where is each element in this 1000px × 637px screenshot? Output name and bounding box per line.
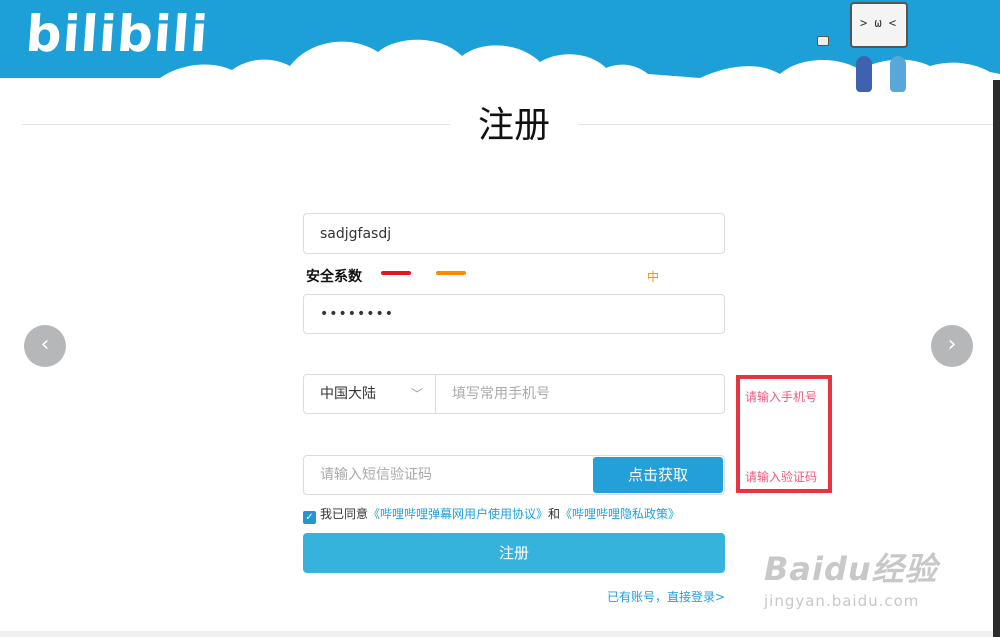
get-code-button[interactable]: 点击获取: [593, 457, 723, 493]
bottom-rule: [0, 631, 993, 637]
agree-and-text: 和: [548, 507, 561, 521]
registration-page: bilibili > ω < 注册 ‹ › 安全系数 中 中国大陆 ﹀: [0, 0, 1000, 637]
login-link[interactable]: 已有账号，直接登录>: [607, 588, 725, 605]
privacy-policy-link[interactable]: 《哔哩哔哩隐私政策》: [560, 507, 680, 521]
chevron-right-icon: ›: [947, 332, 957, 357]
region-select-value: 中国大陆: [320, 386, 376, 402]
title-divider-left: [22, 124, 450, 125]
chevron-down-icon: ﹀: [410, 387, 423, 401]
header-banner: bilibili > ω <: [0, 0, 1000, 96]
strength-bar-weak: [381, 271, 411, 275]
mini-tv-icon: [817, 36, 829, 46]
sms-code-field: 点击获取: [303, 455, 725, 495]
agree-text: 我已同意: [320, 507, 369, 521]
code-hint: 请输入验证码: [745, 470, 818, 484]
region-select[interactable]: 中国大陆 ﹀: [304, 375, 436, 413]
chevron-left-icon: ‹: [40, 332, 50, 357]
watermark-sub: jingyan.baidu.com: [764, 592, 920, 610]
username-input[interactable]: [304, 214, 724, 253]
phone-field: 中国大陆 ﹀: [303, 374, 725, 414]
watermark-main: Baidu经验: [764, 550, 938, 588]
mascot-face: > ω <: [860, 16, 897, 30]
strength-bar-medium: [436, 271, 466, 275]
sms-code-input[interactable]: [304, 456, 592, 494]
password-input[interactable]: [304, 295, 724, 333]
phone-hint: 请输入手机号: [745, 390, 818, 404]
bilibili-logo[interactable]: bilibili: [24, 4, 211, 64]
phone-input[interactable]: [436, 375, 724, 413]
page-title: 注册: [477, 105, 550, 146]
strength-label: 安全系数: [306, 269, 362, 285]
window-right-edge: [993, 80, 1000, 637]
username-field[interactable]: [303, 213, 725, 254]
mascot-girl-1-icon: [856, 56, 872, 92]
title-divider-right: [578, 124, 993, 125]
agreement-row: ✓ 我已同意《哔哩哔哩弹幕网用户使用协议》和《哔哩哔哩隐私政策》: [303, 506, 680, 524]
user-agreement-link[interactable]: 《哔哩哔哩弹幕网用户使用协议》: [368, 507, 548, 521]
password-field[interactable]: [303, 294, 725, 334]
baidu-watermark: Baidu经验 jingyan.baidu.com: [764, 544, 954, 614]
agree-checkbox[interactable]: ✓: [303, 511, 316, 524]
tv-mascot-icon: > ω <: [850, 2, 908, 48]
mascot-girl-2-icon: [890, 56, 906, 92]
carousel-prev-button[interactable]: ‹: [24, 325, 66, 367]
carousel-next-button[interactable]: ›: [931, 325, 973, 367]
register-button[interactable]: 注册: [303, 533, 725, 573]
strength-level: 中: [647, 270, 660, 284]
